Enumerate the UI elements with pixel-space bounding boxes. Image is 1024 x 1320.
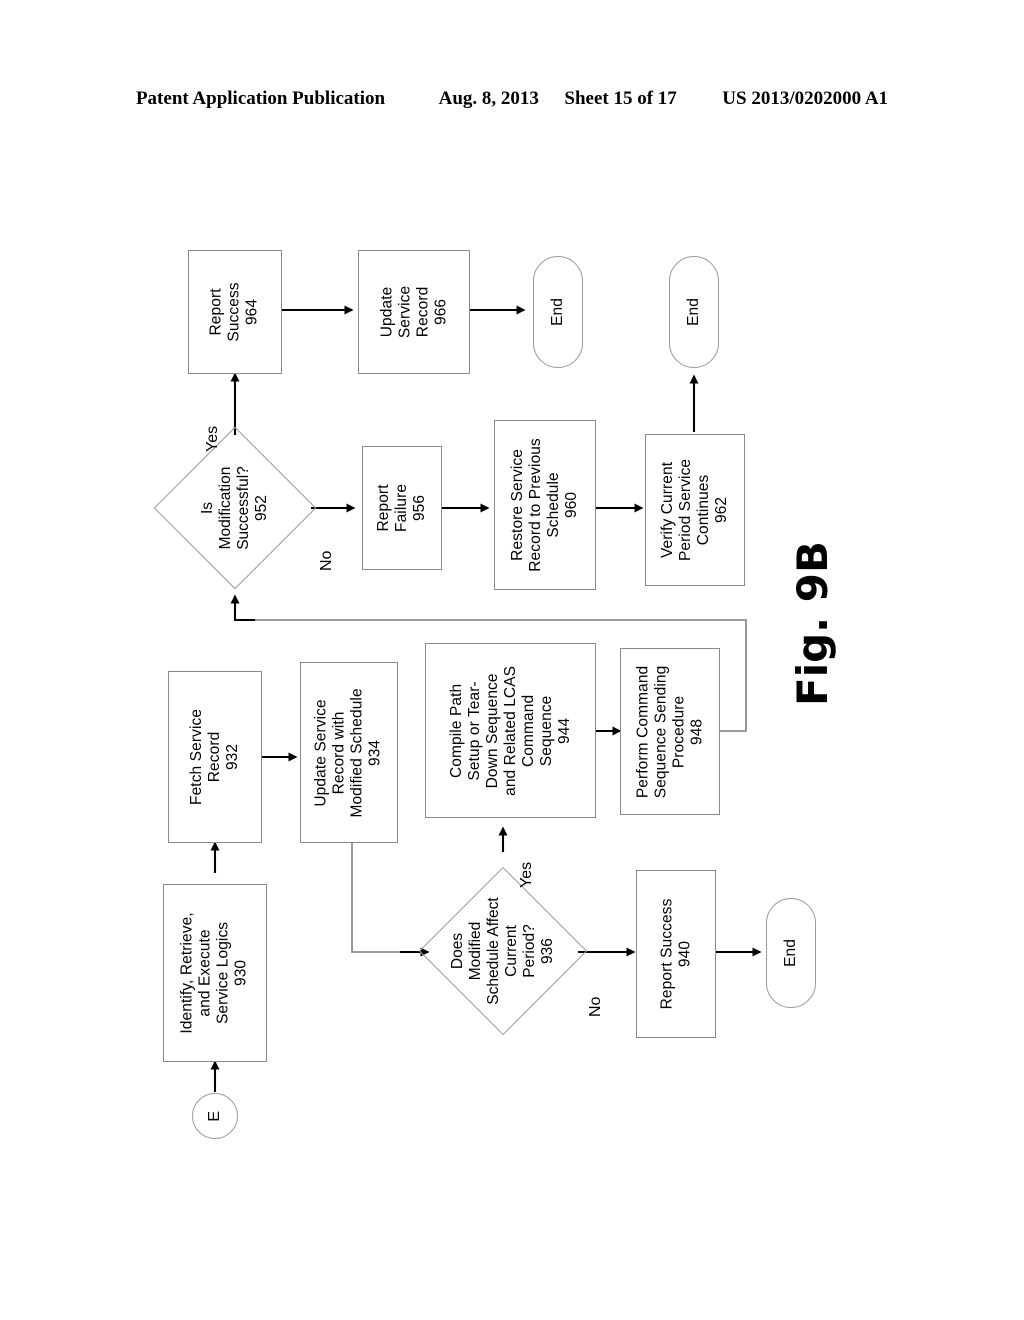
node-label: Update Service Record with Modified Sche… bbox=[313, 687, 384, 818]
node-fetch-service-record-932[interactable]: Fetch Service Record 932 bbox=[168, 671, 262, 843]
node-verify-current-period-962[interactable]: Verify Current Period Service Continues … bbox=[645, 434, 745, 586]
node-decision-952[interactable]: Is Modification Successful? 952 bbox=[153, 426, 317, 590]
node-entry-connector-e[interactable]: E bbox=[192, 1093, 238, 1139]
node-report-success-964[interactable]: Report Success 964 bbox=[188, 250, 282, 374]
node-label: Compile Path Setup or Tear- Down Sequenc… bbox=[447, 665, 573, 796]
node-update-service-record-934[interactable]: Update Service Record with Modified Sche… bbox=[300, 662, 398, 843]
edge-label-936-yes: Yes bbox=[518, 861, 535, 888]
node-label: E bbox=[205, 1110, 223, 1122]
node-label: Identify, Retrieve, and Execute Service … bbox=[179, 912, 250, 1034]
node-end-940[interactable]: End bbox=[766, 898, 816, 1008]
figure-caption: Fig. 9B bbox=[787, 540, 837, 706]
edge-label-952-no: No bbox=[318, 550, 335, 571]
node-identify-retrieve-execute-930[interactable]: Identify, Retrieve, and Execute Service … bbox=[163, 884, 267, 1062]
node-perform-command-sequence-948[interactable]: Perform Command Sequence Sending Procedu… bbox=[620, 648, 720, 815]
node-label: Fetch Service Record 932 bbox=[188, 708, 241, 806]
node-label: Restore Service Record to Previous Sched… bbox=[509, 438, 580, 572]
node-label: Report Failure 956 bbox=[375, 483, 428, 533]
flowchart-diagram: Report Success 964 Update Service Record… bbox=[0, 0, 1024, 1320]
node-update-service-record-966[interactable]: Update Service Record 966 bbox=[358, 250, 470, 374]
node-report-success-940[interactable]: Report Success 940 bbox=[636, 870, 716, 1038]
node-restore-service-record-960[interactable]: Restore Service Record to Previous Sched… bbox=[494, 420, 596, 590]
node-end-966[interactable]: End bbox=[533, 256, 583, 368]
node-label: End bbox=[685, 298, 703, 326]
edge-label-952-yes: Yes bbox=[204, 425, 221, 452]
node-label: Report Success 940 bbox=[658, 898, 693, 1010]
edge-label-936-no: No bbox=[587, 996, 604, 1017]
node-end-962[interactable]: End bbox=[669, 256, 719, 368]
node-label: Perform Command Sequence Sending Procedu… bbox=[634, 665, 705, 798]
node-label: Verify Current Period Service Continues … bbox=[659, 458, 730, 562]
node-label: Report Success 964 bbox=[208, 282, 261, 342]
node-label: End bbox=[782, 939, 800, 967]
node-report-failure-956[interactable]: Report Failure 956 bbox=[362, 446, 442, 570]
node-compile-path-sequence-944[interactable]: Compile Path Setup or Tear- Down Sequenc… bbox=[425, 643, 596, 818]
node-label: Update Service Record 966 bbox=[378, 285, 449, 339]
node-label: End bbox=[549, 298, 567, 326]
node-decision-936[interactable]: Does Modified Schedule Affect Current Pe… bbox=[418, 866, 588, 1036]
